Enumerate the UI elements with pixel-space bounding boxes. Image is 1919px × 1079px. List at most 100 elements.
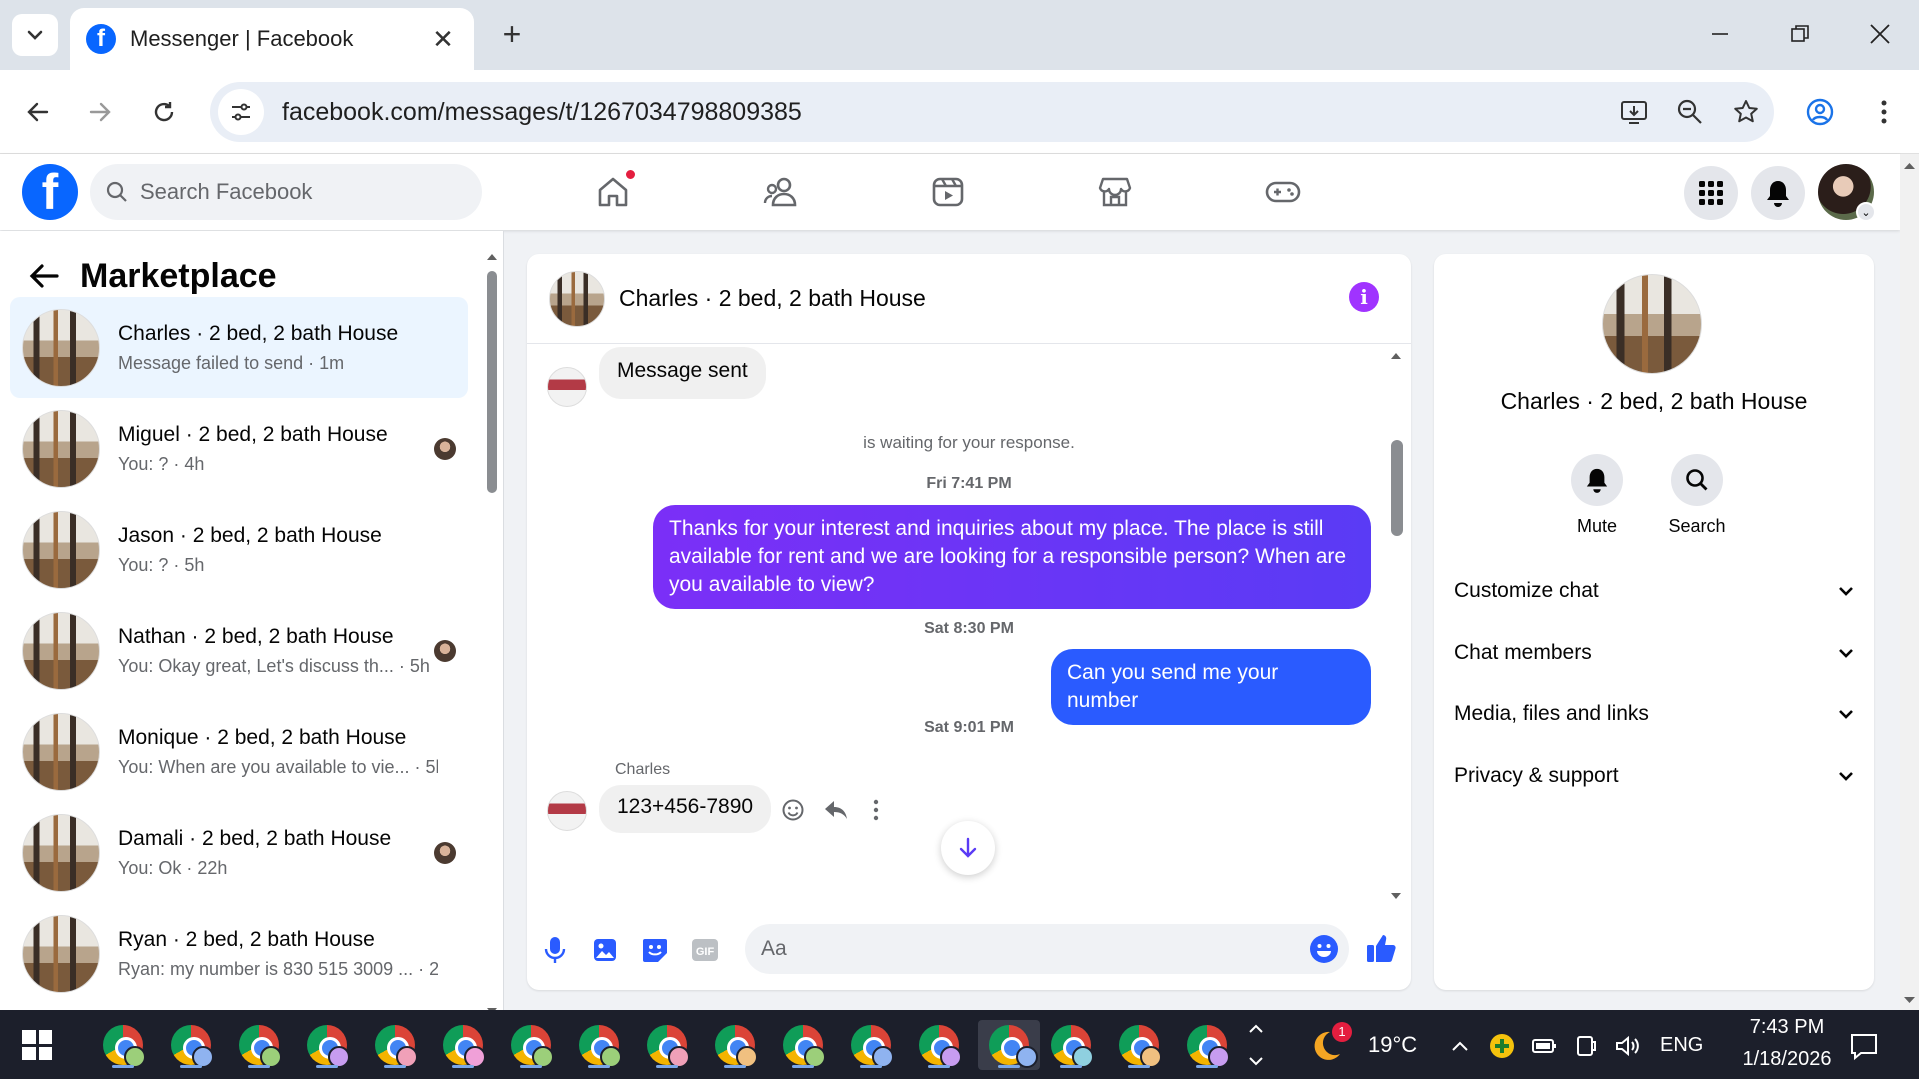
message-input[interactable] [761, 937, 1281, 961]
install-app-icon[interactable] [1606, 89, 1662, 135]
nav-tab-gaming[interactable] [1228, 162, 1338, 222]
chrome-profile-icon[interactable] [642, 1020, 692, 1070]
facebook-search[interactable] [90, 164, 482, 220]
site-info-icon[interactable] [218, 89, 264, 135]
chrome-profile-icon[interactable] [978, 1020, 1040, 1070]
customize-chat-row[interactable]: Customize chat [1454, 566, 1854, 616]
conversation-item[interactable]: Monique · 2 bed, 2 bath House You: When … [10, 701, 468, 802]
conversation-item[interactable]: Charles · 2 bed, 2 bath House Message fa… [10, 297, 468, 398]
windows-start-icon[interactable] [22, 1030, 52, 1060]
info-icon[interactable]: i [1349, 282, 1379, 312]
reply-icon[interactable] [821, 795, 851, 825]
chrome-profile-icon[interactable] [1046, 1020, 1096, 1070]
microphone-icon[interactable] [537, 932, 573, 968]
zoom-icon[interactable] [1662, 89, 1718, 135]
chat-members-row[interactable]: Chat members [1454, 628, 1854, 678]
weather-temperature[interactable]: 19°C [1368, 1032, 1417, 1058]
conversation-item[interactable]: Jason · 2 bed, 2 bath House You: ? · 5h [10, 499, 468, 600]
taskbar-overflow-arrows[interactable] [1246, 1018, 1266, 1072]
more-options-icon[interactable] [861, 795, 891, 825]
message-thread-scrollbar[interactable] [1387, 350, 1405, 906]
like-icon[interactable] [1363, 930, 1399, 966]
browser-menu-button[interactable] [1862, 90, 1906, 134]
scroll-up-icon[interactable] [1387, 350, 1405, 362]
device-icon[interactable] [1572, 1032, 1600, 1060]
back-arrow-button[interactable] [22, 254, 66, 298]
chrome-profile-icon[interactable] [574, 1020, 624, 1070]
battery-icon[interactable] [1530, 1032, 1558, 1060]
scrollbar-thumb[interactable] [1391, 440, 1403, 536]
nav-tab-friends[interactable] [726, 162, 836, 222]
chrome-profile-icon[interactable] [778, 1020, 828, 1070]
security-status-icon[interactable] [1488, 1032, 1516, 1060]
facebook-logo-icon[interactable]: f [22, 164, 78, 220]
address-bar[interactable]: facebook.com/messages/t/1267034798809385 [210, 82, 1774, 142]
reload-button[interactable] [142, 90, 186, 134]
profile-button[interactable] [1798, 90, 1842, 134]
scroll-up-icon[interactable] [1900, 160, 1919, 172]
emoji-icon[interactable] [1309, 934, 1339, 964]
page-scrollbar[interactable] [1900, 154, 1919, 1010]
gif-icon[interactable]: GIF [687, 932, 723, 968]
new-tab-button[interactable]: + [494, 16, 530, 52]
chat-avatar[interactable] [549, 270, 605, 327]
minimize-button[interactable] [1690, 14, 1750, 54]
close-window-button[interactable] [1850, 14, 1910, 54]
show-hidden-icons-icon[interactable] [1446, 1032, 1474, 1060]
chrome-profile-icon[interactable] [506, 1020, 556, 1070]
chrome-profile-icon[interactable] [846, 1020, 896, 1070]
conversation-item[interactable]: Miguel · 2 bed, 2 bath House You: ? · 4h [10, 398, 468, 499]
scroll-up-icon[interactable] [484, 251, 500, 263]
search-in-conversation-button[interactable]: Search [1652, 454, 1742, 537]
nav-tab-video[interactable] [893, 162, 1003, 222]
search-input[interactable] [140, 179, 440, 205]
forward-button[interactable] [78, 90, 122, 134]
chat-title[interactable]: Charles · 2 bed, 2 bath House [619, 285, 926, 312]
photo-icon[interactable] [587, 932, 623, 968]
message-input-wrapper[interactable] [745, 924, 1349, 974]
speaker-icon[interactable] [1614, 1032, 1642, 1060]
privacy-support-row[interactable]: Privacy & support [1454, 751, 1854, 801]
chrome-profile-icon[interactable] [1114, 1020, 1164, 1070]
conversation-item[interactable]: Damali · 2 bed, 2 bath House You: Ok · 2… [10, 802, 468, 903]
restore-button[interactable] [1770, 14, 1830, 54]
chrome-profile-icon[interactable] [1182, 1020, 1232, 1070]
mute-button[interactable]: Mute [1552, 454, 1642, 537]
nav-tab-home[interactable] [558, 162, 668, 222]
notification-center-icon[interactable] [1848, 1030, 1880, 1062]
sticker-icon[interactable] [637, 932, 673, 968]
conversation-item[interactable]: Ryan · 2 bed, 2 bath House Ryan: my numb… [10, 903, 468, 1004]
contact-avatar[interactable] [1602, 274, 1702, 374]
language-indicator[interactable]: ENG [1660, 1034, 1703, 1057]
weather-moon-icon[interactable]: 1 [1310, 1022, 1354, 1068]
scroll-to-bottom-button[interactable] [941, 821, 995, 875]
chrome-profile-icon[interactable] [302, 1020, 352, 1070]
chrome-profile-icon[interactable] [234, 1020, 284, 1070]
bookmark-star-icon[interactable] [1718, 89, 1774, 135]
account-chevron-icon[interactable]: ⌄ [1856, 202, 1876, 222]
chrome-profile-icon[interactable] [914, 1020, 964, 1070]
tab-close-icon[interactable]: ✕ [428, 24, 458, 55]
back-button[interactable] [16, 90, 60, 134]
tab-search-button[interactable] [12, 14, 58, 56]
nav-tab-marketplace[interactable] [1060, 162, 1170, 222]
chrome-profile-icon[interactable] [166, 1020, 216, 1070]
conversation-item[interactable]: Nathan · 2 bed, 2 bath House You: Okay g… [10, 600, 468, 701]
url-text[interactable]: facebook.com/messages/t/1267034798809385 [282, 98, 1606, 127]
scroll-down-icon[interactable] [1900, 994, 1919, 1006]
browser-tab[interactable]: f Messenger | Facebook ✕ [70, 8, 474, 70]
notifications-button[interactable] [1751, 166, 1805, 220]
row-label: Chat members [1454, 641, 1592, 664]
chrome-profile-icon[interactable] [438, 1020, 488, 1070]
clock-time[interactable]: 7:43 PM [1732, 1016, 1842, 1039]
clock-date[interactable]: 1/18/2026 [1722, 1048, 1852, 1071]
scrollbar-thumb[interactable] [487, 271, 497, 493]
menu-button[interactable] [1684, 166, 1738, 220]
chrome-profile-icon[interactable] [98, 1020, 148, 1070]
media-files-links-row[interactable]: Media, files and links [1454, 689, 1854, 739]
scroll-down-icon[interactable] [1387, 890, 1405, 902]
chrome-profile-icon[interactable] [370, 1020, 420, 1070]
chrome-profile-icon[interactable] [710, 1020, 760, 1070]
conversation-list-scrollbar[interactable] [484, 245, 500, 1011]
react-icon[interactable] [778, 795, 808, 825]
